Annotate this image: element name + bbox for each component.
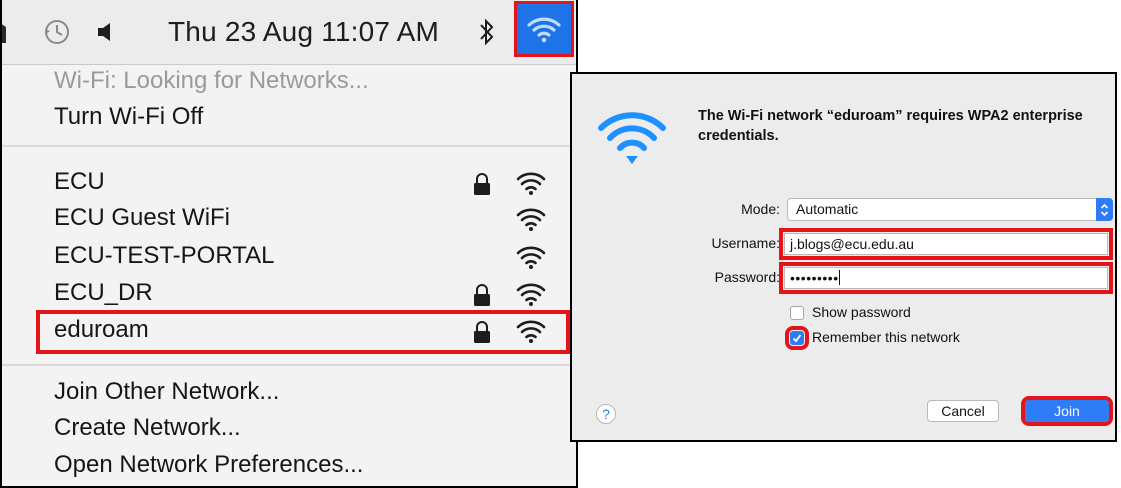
remember-network-checkbox[interactable] xyxy=(785,326,809,350)
mode-label: Mode: xyxy=(741,201,780,217)
join-button[interactable]: Join xyxy=(1021,396,1113,426)
network-item-ecu-guest-wifi[interactable]: ECU Guest WiFi xyxy=(38,200,568,240)
wifi-icon xyxy=(598,112,666,164)
username-label: Username: xyxy=(711,235,780,251)
network-item-ecu[interactable]: ECU xyxy=(38,164,568,204)
wifi-signal-icon xyxy=(516,172,546,195)
cancel-button[interactable]: Cancel xyxy=(927,400,999,422)
help-button[interactable]: ? xyxy=(596,404,616,424)
turn-wifi-off-item[interactable]: Turn Wi-Fi Off xyxy=(54,103,203,131)
checkmark-icon xyxy=(792,334,802,343)
wpa2-credentials-dialog: The Wi-Fi network “eduroam” requires WPA… xyxy=(570,72,1117,442)
network-item-eduroam[interactable]: eduroam xyxy=(36,310,570,354)
volume-icon[interactable] xyxy=(96,0,116,64)
bluetooth-icon[interactable] xyxy=(478,0,496,64)
join-other-network-item[interactable]: Join Other Network... xyxy=(54,378,279,406)
time-machine-icon[interactable] xyxy=(42,0,72,64)
network-name: eduroam xyxy=(54,316,149,343)
create-network-item[interactable]: Create Network... xyxy=(54,414,241,442)
password-label: Password: xyxy=(714,269,780,285)
chevron-updown-icon xyxy=(1096,198,1113,221)
network-name: ECU Guest WiFi xyxy=(54,204,231,231)
app-icon[interactable] xyxy=(0,0,10,64)
network-item-ecu-test-portal[interactable]: ECU-TEST-PORTAL xyxy=(38,238,568,278)
menu-separator xyxy=(2,364,576,366)
wifi-menu-panel: Thu 23 Aug 11:07 AM Wi-Fi: Looking for N… xyxy=(0,0,578,488)
dialog-message: The Wi-Fi network “eduroam” requires WPA… xyxy=(698,108,1083,144)
network-name: ECU_DR xyxy=(54,279,153,306)
text-cursor xyxy=(838,270,840,285)
clock-text: Thu 23 Aug 11:07 AM xyxy=(168,16,440,47)
wifi-signal-icon xyxy=(516,283,546,306)
wifi-menu-button[interactable] xyxy=(514,1,574,57)
lock-icon xyxy=(474,321,490,343)
wifi-status-text: Wi-Fi: Looking for Networks... xyxy=(54,67,369,94)
menu-clock[interactable]: Thu 23 Aug 11:07 AM xyxy=(168,0,439,64)
mode-select[interactable]: Automatic xyxy=(787,198,1113,221)
lock-icon xyxy=(474,284,490,306)
menu-bar: Thu 23 Aug 11:07 AM xyxy=(0,0,576,65)
network-name: ECU-TEST-PORTAL xyxy=(54,242,275,269)
menu-separator xyxy=(2,145,576,147)
show-password-checkbox[interactable] xyxy=(790,306,804,320)
show-password-label[interactable]: Show password xyxy=(812,304,911,320)
open-network-preferences-item[interactable]: Open Network Preferences... xyxy=(54,451,363,479)
network-item-ecu-dr[interactable]: ECU_DR xyxy=(38,275,568,315)
mode-value: Automatic xyxy=(796,201,859,217)
wifi-signal-icon xyxy=(516,246,546,269)
wifi-signal-icon xyxy=(516,208,546,231)
wifi-signal-icon xyxy=(516,320,546,343)
network-name: ECU xyxy=(54,168,105,195)
password-value: ••••••••• xyxy=(790,270,839,286)
password-input[interactable]: ••••••••• xyxy=(779,262,1113,294)
username-input[interactable]: j.blogs@ecu.edu.au xyxy=(779,228,1113,260)
wifi-icon xyxy=(527,17,561,43)
remember-network-label[interactable]: Remember this network xyxy=(812,329,960,345)
lock-icon xyxy=(474,173,490,195)
